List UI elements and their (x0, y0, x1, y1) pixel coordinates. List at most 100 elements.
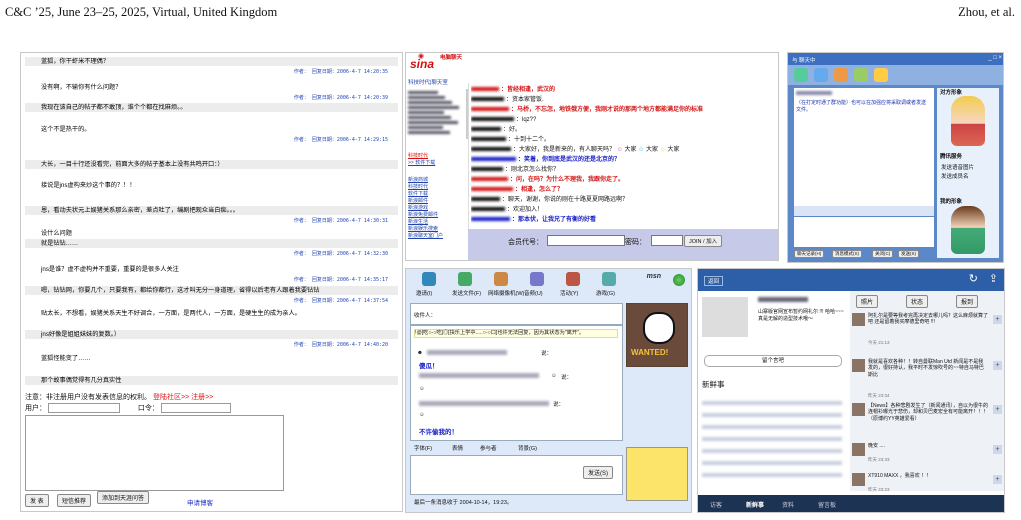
sina-side-link[interactable]: >> 软件下载 (408, 160, 464, 167)
feed-avatar[interactable] (852, 313, 865, 326)
sina-side-link[interactable]: 科技时代 (408, 184, 464, 191)
user-entry[interactable] (408, 106, 459, 109)
reply-textarea[interactable] (25, 415, 284, 491)
username-input[interactable] (47, 403, 120, 414)
photos-tab[interactable]: 照片 (856, 295, 879, 308)
profile-pane: 山寨版官网宣布暂约网礼尔 !!! 哈哈~~~真是无解的造型技术哦～ 留个言吧 新… (698, 291, 848, 491)
game-icon[interactable] (874, 68, 888, 82)
sina-side-link[interactable]: 新浪商城 (408, 177, 464, 184)
mobile-tab[interactable]: 资料 (782, 500, 794, 509)
msn-toolbar-icon[interactable] (494, 272, 508, 286)
msn-toolbar-label[interactable]: 发送文件(F) (452, 289, 481, 297)
sender-name (471, 177, 508, 182)
member-id-input[interactable] (547, 235, 625, 246)
msn-toolbar-label[interactable]: 邀请(I) (416, 289, 432, 297)
user-entry[interactable] (408, 131, 450, 134)
user-entry[interactable] (408, 101, 452, 104)
feed-more-icon[interactable]: + (993, 315, 1002, 324)
sina-side-link[interactable]: 新浪邮件 (408, 198, 464, 205)
msn-toolbar-label[interactable]: 网络摄像机(W) (488, 289, 524, 297)
user-entry[interactable] (408, 126, 443, 129)
user-entry[interactable] (408, 91, 438, 94)
msn-toolbar-icon[interactable] (422, 272, 436, 286)
post-button[interactable]: 发 表 (25, 494, 49, 507)
checkin-tab[interactable]: 报到 (956, 295, 979, 308)
sina-side-link[interactable]: 新浪娱乐搜索 (408, 226, 464, 233)
emoticon-icon: ☺ (636, 147, 646, 153)
back-button[interactable]: 返回 (704, 276, 724, 286)
sina-chat-screenshot: sina ◉ 电脑聊天 科技时代|聊天室 科技时代 >> 软件下载 新浪商城 科技时代… (405, 52, 779, 261)
msn-input[interactable]: 发送(S) (410, 455, 623, 495)
sms-recommend-button[interactable]: 短信推荐 (57, 494, 92, 507)
feed-more-icon[interactable]: + (993, 361, 1002, 370)
qq-title: 与 聊天中 (792, 58, 816, 64)
join-button[interactable]: JOIN / 加入 (684, 235, 723, 247)
sender-name (471, 97, 504, 102)
sina-side-link[interactable]: 新浪生活 (408, 219, 464, 226)
status-tab[interactable]: 状态 (906, 295, 929, 308)
msn-toolbar-icon[interactable] (566, 272, 580, 286)
msn-toolbar-label[interactable]: 音频(U) (524, 289, 543, 297)
user-entry[interactable] (408, 116, 451, 119)
qq-format-bar[interactable] (794, 206, 934, 216)
chat-message: ：问，在吗？为什么不理我，我跟你走了。 (471, 174, 778, 184)
contact-display-picture: WANTED! (626, 303, 688, 367)
qq-history: （在打定时通了群功能）也可以在加强应将采取调或者发送文件。 (794, 88, 934, 206)
refresh-icon[interactable]: ↻ (969, 272, 978, 285)
chat-message: ：那本伏，让我兄了有衡的好看 (471, 214, 778, 224)
register-link[interactable]: 注册>> (191, 394, 213, 401)
msn-toolbar-icon[interactable] (602, 272, 616, 286)
msn-format-bar[interactable]: 字体(F) 表情 参与者 背景(G) (410, 443, 621, 453)
feed-more-icon[interactable]: + (993, 405, 1002, 414)
qq-bottom-button[interactable]: 消息模式(S) (832, 250, 862, 258)
sina-side-link[interactable]: 科技时代 (408, 153, 464, 160)
paper-header-authors: Zhou, et al. (958, 5, 1015, 19)
qq-bottom-button[interactable]: 发送(S) (898, 250, 919, 258)
feed-more-icon[interactable]: + (993, 445, 1002, 454)
apply-blog-link[interactable]: 申请博客 (187, 497, 213, 507)
my-display-picture-cat-icon (626, 447, 688, 501)
qq-bottom-button[interactable]: 聊天记录(H) (794, 250, 825, 258)
feed-avatar[interactable] (852, 443, 865, 456)
window-controls-icon[interactable]: _ □ × (988, 55, 1002, 61)
feed-more-icon[interactable]: + (993, 475, 1002, 484)
msn-toolbar-label[interactable]: 活动(Y) (560, 289, 578, 297)
feed-avatar[interactable] (852, 359, 865, 372)
share-icon[interactable]: ⇪ (989, 272, 998, 285)
msn-send-button[interactable]: 发送(S) (583, 466, 613, 479)
file-icon[interactable] (834, 68, 848, 82)
msn-to-field[interactable]: 收件人： (410, 303, 623, 325)
qq-chat-screenshot: 与 聊天中 _ □ × （在打定时通了群功能）也可以在加强应将采取调或者发送文件… (787, 52, 1004, 263)
sina-side-link[interactable]: 新浪免费邮件 (408, 212, 464, 219)
user-entry[interactable] (408, 121, 458, 124)
msn-toolbar-icon[interactable] (458, 272, 472, 286)
qq-bottom-button[interactable]: 关闭(C) (872, 250, 894, 258)
video-icon[interactable] (794, 68, 808, 82)
voice-icon[interactable] (814, 68, 828, 82)
feed-time: 昨天 23:34 (868, 393, 890, 398)
app-icon[interactable] (854, 68, 868, 82)
qq-input[interactable] (794, 217, 934, 247)
sina-nav[interactable]: 科技时代|聊天室 (408, 78, 448, 86)
mobile-tab[interactable]: 新鲜事 (746, 500, 764, 509)
add-to-qa-button[interactable]: 添加到天涯问答 (97, 491, 150, 504)
chat-message: ：相逢，怎么了？ (471, 184, 778, 194)
msn-toolbar-label[interactable]: 游戏(G) (596, 289, 615, 297)
sina-side-link[interactable]: 新浪聊天室门户 (408, 233, 464, 240)
user-entry[interactable] (408, 111, 444, 114)
paper-header-venue: C&C ’25, June 23–25, 2025, Virtual, Unit… (5, 5, 278, 19)
mobile-tab[interactable]: 留言板 (818, 500, 836, 509)
feed-avatar[interactable] (852, 403, 865, 416)
sina-side-link[interactable]: 新浪游戏 (408, 205, 464, 212)
msn-emoticon-icon: ☻ (417, 350, 423, 356)
mobile-tab[interactable]: 访客 (710, 500, 722, 509)
sina-password-input[interactable] (651, 235, 683, 246)
user-entry[interactable] (408, 96, 445, 99)
login-link[interactable]: 登陆社区>> (153, 394, 189, 401)
feed-avatar[interactable] (852, 473, 865, 486)
password-input[interactable] (160, 403, 231, 414)
sina-side-link[interactable]: 软件下载 (408, 191, 464, 198)
leave-message-input[interactable]: 留个言吧 (704, 355, 842, 367)
msn-toolbar-icon[interactable] (530, 272, 544, 286)
feed-text: 阿扎尔是要等我考完再决定去哪儿吗？这么麻烦就算了吧 还是留着我买摩德里奇吧 !!… (868, 313, 989, 326)
